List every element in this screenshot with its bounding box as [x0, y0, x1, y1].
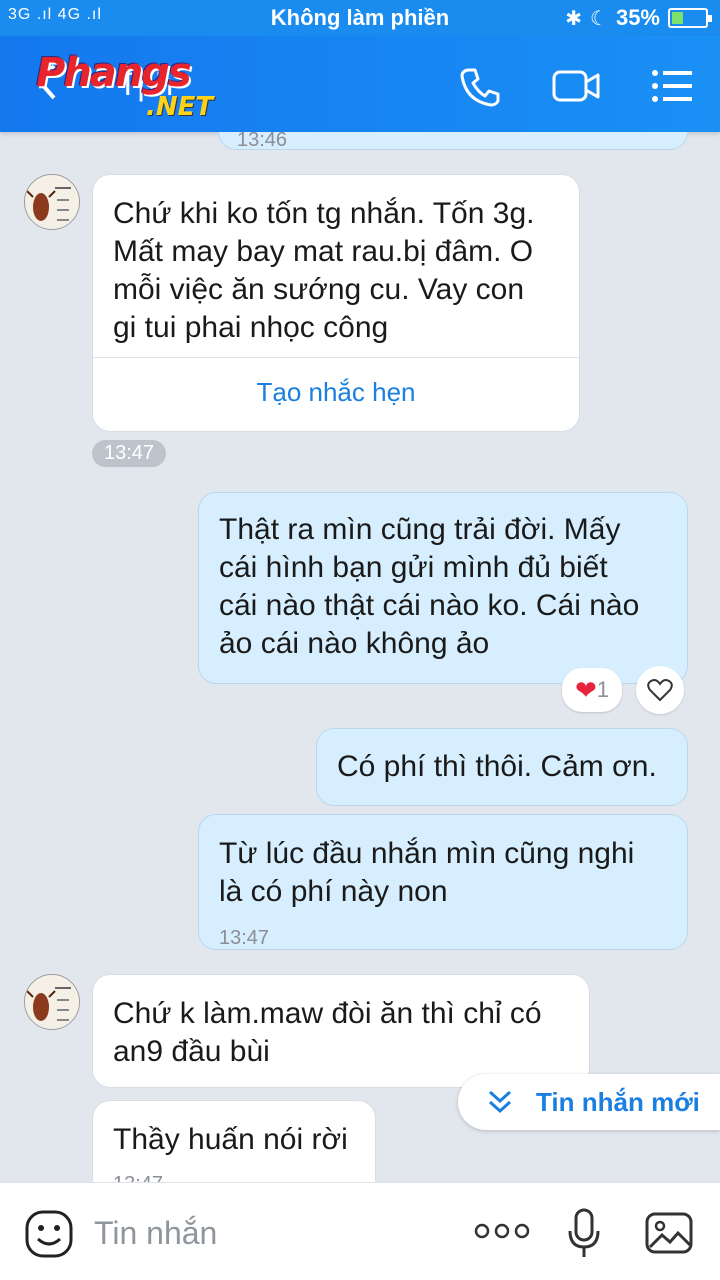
message-text: Có phí thì thôi. Cảm ơn.: [337, 750, 657, 783]
chat-header: Tph Phangs .NET: [0, 36, 720, 132]
outgoing-message[interactable]: Từ lúc đầu nhắn mìn cũng nghi là có phí …: [198, 814, 688, 950]
message-line: Chứ khi ko tốn tg nhắn. Tốn 3g.: [113, 197, 535, 230]
time-pill: 13:47: [92, 440, 167, 467]
battery-percent: 35%: [615, 5, 660, 30]
outgoing-message[interactable]: Có phí thì thôi. Cảm ơn.: [316, 728, 688, 806]
incoming-message[interactable]: Chứ khi ko tốn tg nhắn. Tốn 3g. Mất may …: [92, 174, 580, 432]
message-line: Thật ra mìn cũng trải đời. Mấy: [219, 513, 621, 546]
status-bar: 3G .ıl 4G .ıl Không làm phiền ✱ ☾ 35%: [0, 0, 720, 36]
emoji-sticker-icon[interactable]: [24, 1209, 74, 1259]
watermark-logo-sub: .NET: [146, 92, 214, 122]
message-input-bar: Tin nhắn: [0, 1182, 720, 1280]
react-button[interactable]: [636, 666, 684, 714]
more-options-icon[interactable]: [474, 1221, 530, 1241]
battery-icon: [668, 8, 712, 28]
message-line: gi tui phai nhọc công: [113, 311, 389, 344]
message-line: an9 đầu bùi: [113, 1035, 270, 1068]
watermark-logo: Phangs: [36, 50, 192, 96]
contact-avatar[interactable]: [24, 974, 80, 1030]
reaction-count-chip[interactable]: ❤ 1: [562, 668, 622, 712]
phone-call-icon[interactable]: [458, 64, 502, 108]
reaction-count: 1: [596, 677, 610, 702]
moon-icon: ☾: [590, 7, 608, 30]
new-messages-button[interactable]: Tin nhắn mới: [458, 1074, 720, 1130]
double-chevron-down-icon: [488, 1090, 512, 1114]
outgoing-message[interactable]: Thật ra mìn cũng trải đời. Mấy cái hình …: [198, 492, 688, 684]
bubble-divider: [93, 357, 579, 358]
message-time: 13:46: [237, 132, 288, 151]
message-time: 13:47: [113, 1165, 163, 1182]
cockroach-avatar-image: [25, 975, 79, 1029]
microphone-icon[interactable]: [566, 1207, 602, 1261]
message-time: 13:47: [219, 927, 270, 949]
battery-fill: [672, 12, 684, 24]
cockroach-avatar-image: [25, 175, 79, 229]
message-text: Thầy huấn nói rời: [113, 1123, 348, 1156]
message-line: là có phí này non: [219, 875, 448, 908]
incoming-message[interactable]: Chứ k làm.maw đòi ăn thì chỉ có an9 đầu …: [92, 974, 590, 1088]
message-line: Từ lúc đầu nhắn mìn cũng nghi: [219, 837, 635, 870]
new-messages-label: Tin nhắn mới: [536, 1086, 700, 1117]
image-gallery-icon[interactable]: [644, 1211, 694, 1255]
menu-list-icon[interactable]: [650, 64, 694, 108]
chat-area[interactable]: 13:46 Chứ khi ko tốn tg nhắn. Tốn 3g. Mấ…: [0, 132, 720, 1182]
message-line: ảo cái nào không ảo: [219, 627, 490, 660]
message-input[interactable]: Tin nhắn: [94, 1215, 217, 1252]
bluetooth-icon: ✱: [565, 7, 583, 30]
heart-filled-icon: ❤: [574, 674, 597, 705]
heart-outline-icon: [647, 679, 673, 702]
message-line: cái hình bạn gửi mình đủ biết: [219, 551, 608, 584]
message-line: mỗi việc ăn sướng cu. Vay con: [113, 273, 525, 306]
create-reminder-button[interactable]: Tạo nhắc hẹn: [93, 373, 579, 411]
message-line: Mất may bay mat rau.bị đâm. O: [113, 235, 534, 268]
video-call-icon[interactable]: [552, 64, 602, 108]
message-line: Chứ k làm.maw đòi ăn thì chỉ có: [113, 997, 542, 1030]
contact-avatar[interactable]: [24, 174, 80, 230]
message-line: cái nào thật cái nào ko. Cái nào: [219, 589, 640, 622]
incoming-message[interactable]: Thầy huấn nói rời 13:47: [92, 1100, 376, 1182]
message-bubble-partial[interactable]: 13:46: [218, 132, 688, 151]
